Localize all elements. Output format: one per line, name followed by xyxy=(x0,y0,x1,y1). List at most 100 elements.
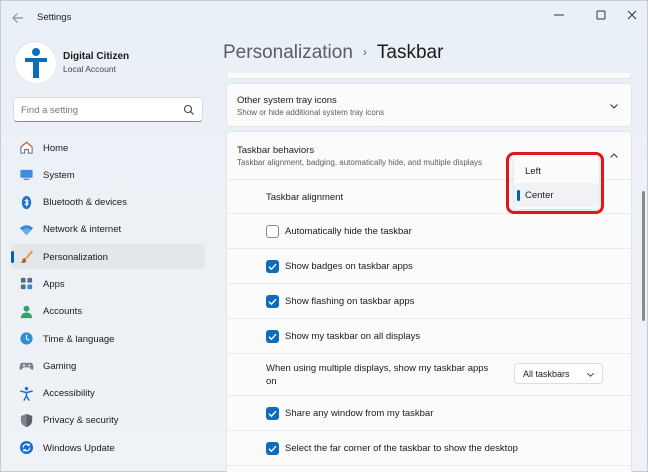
badges-checkbox[interactable] xyxy=(266,260,279,273)
multi-display-label-line2: on xyxy=(266,376,277,387)
sidebar-item-system[interactable]: System xyxy=(11,162,205,187)
scrollbar[interactable] xyxy=(642,191,645,321)
breadcrumb: Personalization › Taskbar xyxy=(223,41,443,66)
update-icon xyxy=(19,441,34,455)
search-icon[interactable] xyxy=(183,104,195,116)
share-window-checkbox[interactable] xyxy=(266,407,279,420)
next-row xyxy=(227,465,631,472)
chevron-down-icon[interactable] xyxy=(609,101,619,111)
auto-hide-label: Automatically hide the taskbar xyxy=(285,226,412,237)
chevron-up-icon[interactable] xyxy=(609,151,619,161)
flashing-row: Show flashing on taskbar apps xyxy=(227,283,631,318)
person-accessibility-icon xyxy=(16,43,56,83)
sidebar-item-label: Privacy & security xyxy=(43,415,119,427)
maximize-icon xyxy=(596,10,606,20)
sidebar-item-label: Apps xyxy=(43,278,65,290)
auto-hide-row: Automatically hide the taskbar xyxy=(227,213,631,248)
sidebar-item-gaming[interactable]: Gaming xyxy=(11,353,205,378)
breadcrumb-parent[interactable]: Personalization xyxy=(223,42,353,63)
profile-name: Digital Citizen xyxy=(63,51,130,62)
page-title: Taskbar xyxy=(376,42,444,63)
breadcrumb-separator: › xyxy=(362,45,367,59)
apps-icon xyxy=(20,278,33,290)
wifi-icon xyxy=(19,225,34,236)
flashing-checkbox[interactable] xyxy=(266,295,279,308)
app-title: Settings xyxy=(37,12,72,23)
sidebar-item-label: System xyxy=(43,169,75,181)
sidebar-item-privacy-security[interactable]: Privacy & security xyxy=(11,408,205,433)
brush-icon xyxy=(20,250,34,264)
sidebar-item-accessibility[interactable]: Accessibility xyxy=(11,381,205,406)
multi-display-label-line1: When using multiple displays, show my ta… xyxy=(266,363,489,374)
far-corner-checkbox[interactable] xyxy=(266,442,279,455)
taskbar-alignment-label: Taskbar alignment xyxy=(266,192,344,203)
auto-hide-checkbox[interactable] xyxy=(266,225,279,238)
close-button[interactable] xyxy=(620,5,644,25)
sidebar-item-label: Time & language xyxy=(43,333,115,345)
far-corner-label: Select the far corner of the taskbar to … xyxy=(285,443,518,454)
accessibility-icon xyxy=(20,386,33,401)
tray-icons-card[interactable]: Other system tray icons Show or hide add… xyxy=(226,83,632,127)
settings-content: Other system tray icons Show or hide add… xyxy=(226,73,632,472)
sidebar-item-windows-update[interactable]: Windows Update xyxy=(11,435,205,460)
sidebar-item-label: Accessibility xyxy=(43,388,95,400)
close-icon xyxy=(627,10,637,20)
minimize-icon xyxy=(554,14,564,16)
checkmark-icon xyxy=(268,445,277,453)
tray-icons-title: Other system tray icons xyxy=(237,95,337,106)
share-window-label: Share any window from my taskbar xyxy=(285,408,434,419)
sidebar-item-personalization[interactable]: Personalization xyxy=(11,244,205,270)
settings-window: Settings Digital Citizen Local Account F… xyxy=(0,0,648,472)
maximize-button[interactable] xyxy=(589,5,613,25)
search-input[interactable] xyxy=(21,103,181,117)
sidebar-item-label: Home xyxy=(43,142,69,154)
time-language-icon xyxy=(20,332,33,345)
multi-display-row: When using multiple displays, show my ta… xyxy=(227,353,631,395)
multi-display-dropdown[interactable]: All taskbars xyxy=(514,363,603,384)
profile-account-type: Local Account xyxy=(63,64,116,74)
far-corner-row: Select the far corner of the taskbar to … xyxy=(227,430,631,465)
search-box[interactable] xyxy=(13,97,203,122)
sidebar-item-label: Accounts xyxy=(43,306,83,318)
sidebar-item-bluetooth[interactable]: Bluetooth & devices xyxy=(11,190,205,215)
sidebar-item-network[interactable]: Network & internet xyxy=(11,217,205,242)
chevron-down-icon xyxy=(587,372,594,377)
sidebar-item-home[interactable]: Home xyxy=(11,135,205,160)
sidebar-item-label: Network & internet xyxy=(43,224,122,236)
sidebar-item-time-language[interactable]: Time & language xyxy=(11,326,205,351)
taskbar-behaviors-subtitle: Taskbar alignment, badging, automaticall… xyxy=(237,158,483,167)
title-bar: Settings xyxy=(1,1,647,33)
all-displays-label: Show my taskbar on all displays xyxy=(285,331,421,342)
home-icon xyxy=(20,141,33,154)
flashing-label: Show flashing on taskbar apps xyxy=(285,296,415,307)
sidebar-item-label: Personalization xyxy=(43,251,108,263)
sidebar-item-label: Gaming xyxy=(43,360,77,372)
bluetooth-icon xyxy=(21,195,32,209)
back-button[interactable] xyxy=(9,9,27,27)
system-icon xyxy=(20,170,33,181)
taskbar-behaviors-title: Taskbar behaviors xyxy=(237,145,315,156)
all-displays-checkbox[interactable] xyxy=(266,330,279,343)
minimize-button[interactable] xyxy=(547,5,571,25)
sidebar-item-label: Windows Update xyxy=(43,442,115,454)
sidebar-item-apps[interactable]: Apps xyxy=(11,271,205,296)
checkmark-icon xyxy=(268,263,277,271)
badges-label: Show badges on taskbar apps xyxy=(285,261,413,272)
checkmark-icon xyxy=(268,298,277,306)
sidebar-item-accounts[interactable]: Accounts xyxy=(11,299,205,324)
shield-icon xyxy=(20,413,33,428)
avatar[interactable] xyxy=(14,41,56,83)
previous-card xyxy=(226,73,632,79)
tray-icons-subtitle: Show or hide additional system tray icon… xyxy=(237,108,385,117)
highlight-annotation xyxy=(506,152,604,214)
checkmark-icon xyxy=(268,333,277,341)
sidebar-nav: Home System Bluetooth & devices Network … xyxy=(11,135,205,463)
share-window-row: Share any window from my taskbar xyxy=(227,395,631,430)
back-arrow-icon xyxy=(12,13,23,23)
gaming-icon xyxy=(19,363,34,371)
multi-display-value: All taskbars xyxy=(523,369,570,379)
checkmark-icon xyxy=(268,410,277,418)
badges-row: Show badges on taskbar apps xyxy=(227,248,631,283)
all-displays-row: Show my taskbar on all displays xyxy=(227,318,631,353)
sidebar-item-label: Bluetooth & devices xyxy=(43,197,127,209)
